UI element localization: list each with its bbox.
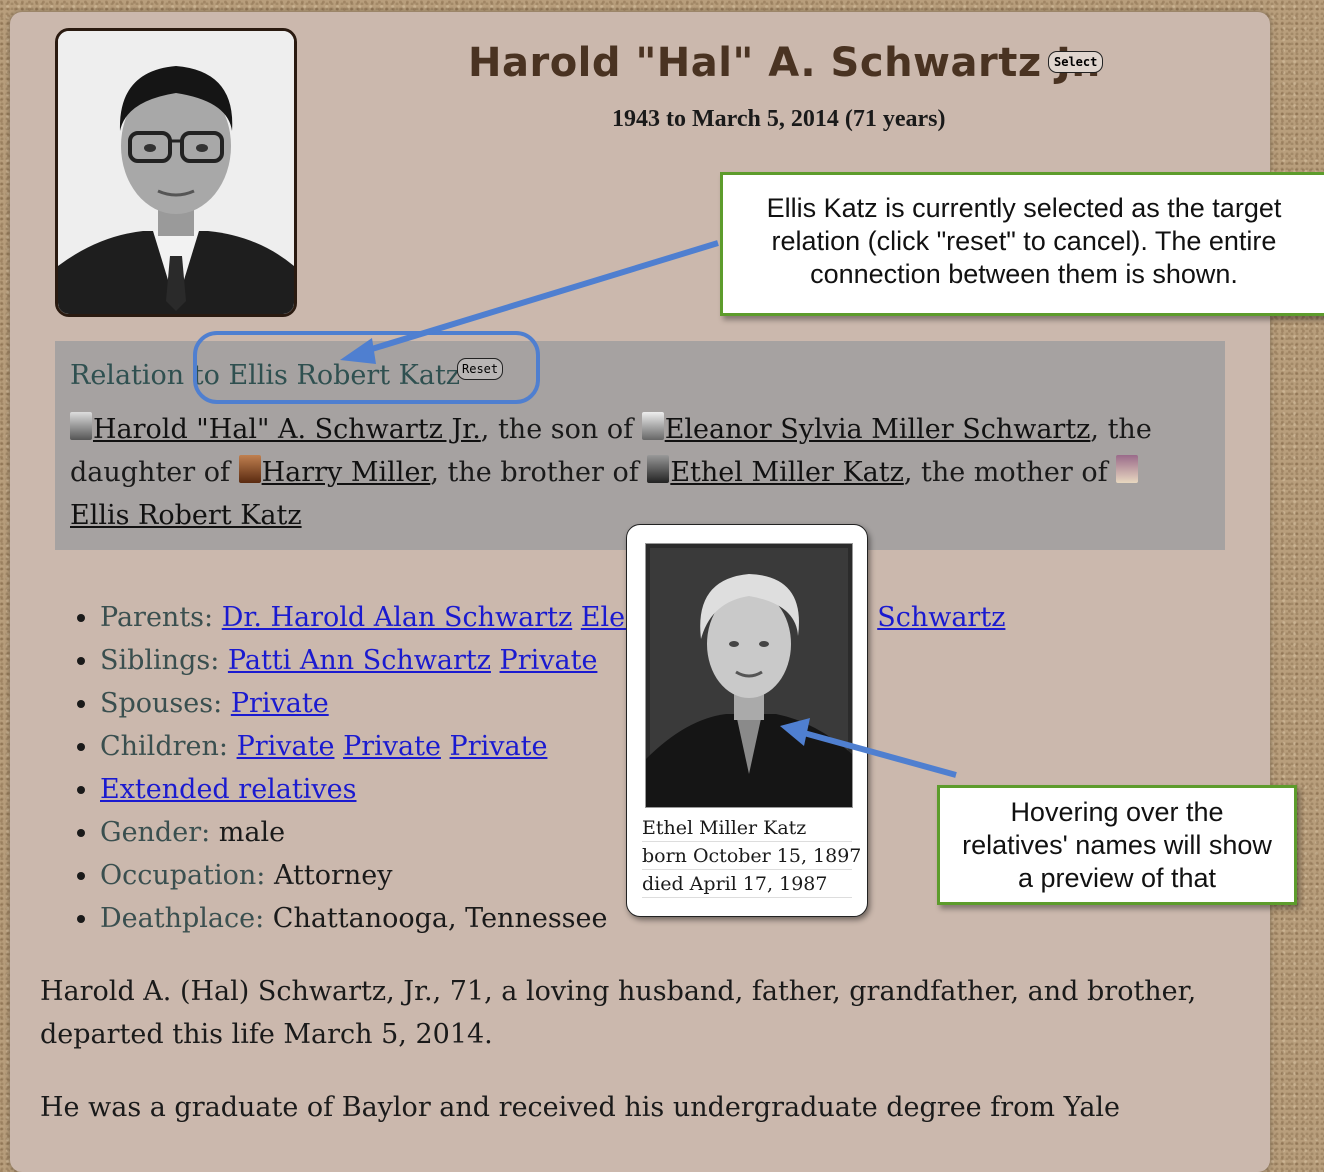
chain-person-link[interactable]: Harry Miller <box>262 457 431 488</box>
person-thumbnail-icon <box>238 455 261 483</box>
selected-relation-callout: Ellis Katz is currently selected as the … <box>720 172 1324 316</box>
person-name: Harold "Hal" A. Schwartz Jr. <box>468 40 1102 86</box>
chain-person-link[interactable]: Harold "Hal" A. Schwartz Jr. <box>93 414 481 445</box>
spouse-link[interactable]: Private <box>231 688 329 719</box>
bio-paragraph: He was a graduate of Baylor and received… <box>40 1092 1121 1123</box>
life-dates: 1943 to March 5, 2014 (71 years) <box>612 106 946 132</box>
list-item: Gender: male <box>100 811 1005 854</box>
list-item: Extended relatives <box>100 768 1005 811</box>
list-item: Spouses: Private <box>100 682 1005 725</box>
select-button[interactable]: Select <box>1048 51 1104 73</box>
parent-link[interactable]: Dr. Harold Alan Schwartz <box>222 602 572 633</box>
person-thumbnail-icon <box>70 412 92 440</box>
gender-value: male <box>218 817 286 848</box>
occupation-value: Attorney <box>273 860 393 891</box>
preview-born: born October 15, 1897 <box>642 843 861 870</box>
chain-person-link[interactable]: Eleanor Sylvia Miller Schwartz <box>665 414 1091 445</box>
bio-paragraph: Harold A. (Hal) Schwartz, Jr., 71, a lov… <box>40 976 1197 1050</box>
relation-chain: Harold "Hal" A. Schwartz Jr., the son of… <box>70 412 1152 531</box>
hover-preview-callout: Hovering over the relatives' names will … <box>937 785 1297 905</box>
extended-relatives-link[interactable]: Extended relatives <box>100 774 356 805</box>
person-thumbnail-icon <box>1116 455 1139 483</box>
person-thumbnail-icon <box>641 412 664 440</box>
sibling-link[interactable]: Private <box>500 645 598 676</box>
preview-died: died April 17, 1987 <box>642 871 852 898</box>
person-thumbnail-icon <box>647 455 670 483</box>
child-link[interactable]: Private <box>343 731 441 762</box>
reset-button[interactable]: Reset <box>457 358 504 380</box>
list-item: Deathplace: Chattanooga, Tennessee <box>100 897 1005 940</box>
preview-photo <box>645 543 853 808</box>
chain-person-link[interactable]: Ethel Miller Katz <box>670 457 904 488</box>
child-link[interactable]: Private <box>450 731 548 762</box>
list-item: Occupation: Attorney <box>100 854 1005 897</box>
deathplace-value: Chattanooga, Tennessee <box>272 903 608 934</box>
profile-photo <box>55 28 297 317</box>
relation-title: Relation to Ellis Robert Katz <box>70 360 461 391</box>
parent-link[interactable]: Schwartz <box>877 602 1005 633</box>
preview-name: Ethel Miller Katz <box>642 815 852 842</box>
list-item: Children: Private Private Private <box>100 725 1005 768</box>
sibling-link[interactable]: Patti Ann Schwartz <box>228 645 491 676</box>
list-item: Siblings: Patti Ann Schwartz Private <box>100 639 1005 682</box>
hover-preview-card: Ethel Miller Katz born October 15, 1897 … <box>626 524 868 917</box>
child-link[interactable]: Private <box>237 731 335 762</box>
chain-person-link[interactable]: Ellis Robert Katz <box>70 500 302 531</box>
list-item: Parents: Dr. Harold Alan Schwartz EleaSc… <box>100 596 1005 639</box>
